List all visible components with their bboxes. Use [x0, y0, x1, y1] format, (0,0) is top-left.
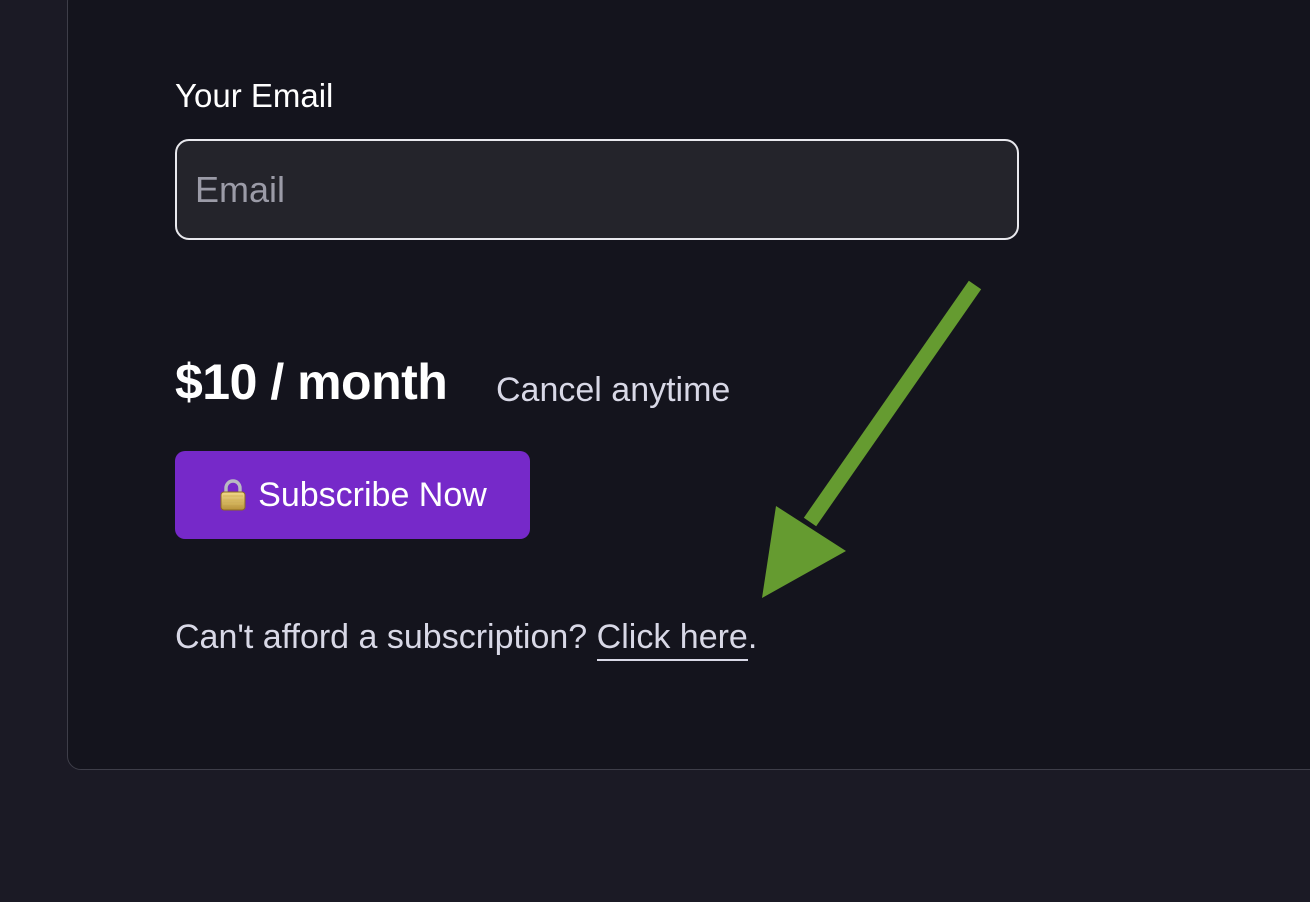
- cancel-anytime-note: Cancel anytime: [496, 371, 731, 409]
- page: Your Email $10 / month Cancel anytime Su…: [0, 0, 1310, 902]
- afford-prefix: Can't afford a subscription?: [175, 618, 597, 656]
- click-here-link[interactable]: Click here: [596, 618, 748, 661]
- afford-line: Can't afford a subscription? Click here.: [175, 617, 758, 661]
- lock-icon: [218, 479, 248, 511]
- price-text: $10 / month: [175, 354, 448, 410]
- email-label: Your Email: [175, 77, 334, 114]
- email-input[interactable]: [175, 139, 1019, 240]
- afford-suffix: .: [747, 618, 758, 656]
- green-arrow-annotation: [762, 280, 982, 598]
- subscribe-now-button[interactable]: Subscribe Now: [175, 451, 530, 539]
- subscribe-now-label: Subscribe Now: [258, 475, 487, 514]
